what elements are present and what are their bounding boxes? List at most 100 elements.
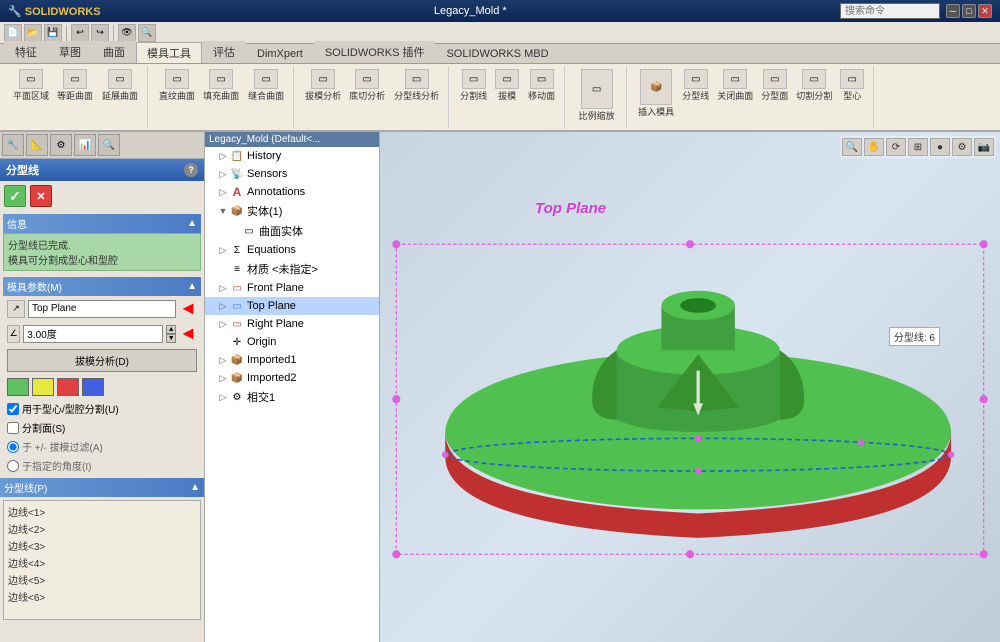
tree-item-imported2[interactable]: ▷ 📦 Imported2 bbox=[205, 369, 379, 387]
split-face-checkbox-row[interactable]: 分割面(S) bbox=[3, 418, 201, 437]
feat-icon-4[interactable]: 📊 bbox=[74, 134, 96, 156]
offset-surface-icon[interactable]: ▭等距曲面 bbox=[54, 68, 96, 103]
feat-icon-2[interactable]: 📐 bbox=[26, 134, 48, 156]
parting-item-3[interactable]: 边线<3> bbox=[6, 537, 198, 554]
tree-item-surface-body[interactable]: ▭ 曲面实体 bbox=[205, 221, 379, 241]
tab-mold-tools[interactable]: 模具工具 bbox=[136, 42, 202, 63]
vp-normal-icon[interactable]: ● bbox=[930, 138, 950, 156]
view-icon[interactable]: 👁 bbox=[118, 24, 136, 42]
swatch-blue[interactable] bbox=[82, 378, 104, 396]
help-icon[interactable]: ? bbox=[184, 163, 198, 177]
cut-split-icon[interactable]: ▭切割分割 bbox=[793, 68, 835, 119]
split-face-checkbox[interactable] bbox=[7, 422, 19, 434]
tree-item-solid-bodies[interactable]: ▼ 📦 实体(1) bbox=[205, 201, 379, 221]
tab-dimxpert[interactable]: DimXpert bbox=[246, 45, 314, 63]
cmd-group-new: 📄 📂 💾 bbox=[4, 24, 62, 42]
angle-radio[interactable] bbox=[7, 460, 19, 472]
scale-icon[interactable]: ▭比例缩放 bbox=[576, 68, 618, 123]
tab-evaluate[interactable]: 评估 bbox=[202, 41, 246, 63]
parting-item-6[interactable]: 边线<6> bbox=[6, 588, 198, 605]
parting-lines-header[interactable]: 分型线(P) ▲ bbox=[0, 478, 204, 497]
parting-item-5[interactable]: 边线<5> bbox=[6, 571, 198, 588]
tree-item-annotations[interactable]: ▷ A Annotations bbox=[205, 183, 379, 201]
vp-photo-icon[interactable]: 📷 bbox=[974, 138, 994, 156]
tree-item-origin[interactable]: ✛ Origin bbox=[205, 333, 379, 351]
angle-input[interactable] bbox=[23, 325, 163, 343]
plane-region-icon[interactable]: ▭平面区域 bbox=[10, 68, 52, 103]
insert-mold-icon[interactable]: 📦插入模具 bbox=[635, 68, 677, 119]
fill-surface-icon[interactable]: ▭填充曲面 bbox=[200, 68, 242, 103]
feat-icon-3[interactable]: ⚙ bbox=[50, 134, 72, 156]
draft-filter-radio[interactable] bbox=[7, 441, 19, 453]
maximize-button[interactable]: □ bbox=[962, 4, 976, 18]
minimize-button[interactable]: ─ bbox=[946, 4, 960, 18]
tab-sketch[interactable]: 草图 bbox=[48, 41, 92, 63]
cavity-icon[interactable]: ▭型心 bbox=[837, 68, 867, 119]
tree-item-equations[interactable]: ▷ Σ Equations bbox=[205, 241, 379, 259]
swatch-red[interactable] bbox=[57, 378, 79, 396]
save-icon[interactable]: 💾 bbox=[44, 24, 62, 42]
draft-filter-radio-row[interactable]: 于 +/- 拔模过滤(A) bbox=[3, 437, 201, 456]
ruled-surface-icon[interactable]: ▭直纹曲面 bbox=[156, 68, 198, 103]
vp-pan-icon[interactable]: ✋ bbox=[864, 138, 884, 156]
move-face-icon[interactable]: ▭移动面 bbox=[525, 68, 558, 103]
undercut-analysis-icon[interactable]: ▭底切分析 bbox=[346, 68, 388, 103]
parting-line-header[interactable]: 分型线 ? bbox=[0, 159, 204, 181]
vp-rotate-icon[interactable]: ⟳ bbox=[886, 138, 906, 156]
tree-item-top-plane[interactable]: ▷ ▭ Top Plane bbox=[205, 297, 379, 315]
reject-button[interactable]: ✕ bbox=[30, 185, 52, 207]
open-icon[interactable]: 📂 bbox=[24, 24, 42, 42]
cavity-checkbox[interactable] bbox=[7, 403, 19, 415]
mold-params-header[interactable]: 模具参数(M) ▲ bbox=[3, 277, 201, 296]
parting-line-ribbon-icon[interactable]: ▭分型线 bbox=[679, 68, 712, 119]
close-surface-icon[interactable]: ▭关闭曲面 bbox=[714, 68, 756, 119]
parting-item-4[interactable]: 边线<4> bbox=[6, 554, 198, 571]
tree-item-intersect1[interactable]: ▷ ⚙ 相交1 bbox=[205, 387, 379, 407]
mold-params-label: 模具参数(M) bbox=[7, 279, 62, 294]
tree-item-front-plane[interactable]: ▷ ▭ Front Plane bbox=[205, 279, 379, 297]
vp-fit-icon[interactable]: ⊞ bbox=[908, 138, 928, 156]
vp-zoom-icon[interactable]: 🔍 bbox=[842, 138, 862, 156]
tree-item-material[interactable]: ≡ 材质 <未指定> bbox=[205, 259, 379, 279]
swatch-yellow[interactable] bbox=[32, 378, 54, 396]
new-icon[interactable]: 📄 bbox=[4, 24, 22, 42]
tree-item-right-plane[interactable]: ▷ ▭ Right Plane bbox=[205, 315, 379, 333]
viewport[interactable]: Top Plane 分型线: 6 🔍 ✋ ⟳ ⊞ ● ⚙ 📷 bbox=[380, 132, 1000, 642]
search-input[interactable] bbox=[840, 3, 940, 19]
tree-item-sensors[interactable]: ▷ 📡 Sensors bbox=[205, 165, 379, 183]
tree-header: Legacy_Mold (Default<... bbox=[205, 132, 379, 147]
ribbon-icons-4: ▭分割线 ▭拔模 ▭移动面 bbox=[457, 68, 558, 104]
feat-icon-5[interactable]: 🔍 bbox=[98, 134, 120, 156]
parting-surface-icon[interactable]: ▭分型面 bbox=[758, 68, 791, 119]
close-button[interactable]: ✕ bbox=[978, 4, 992, 18]
spin-up-button[interactable]: ▲ bbox=[166, 325, 176, 334]
spin-down-button[interactable]: ▼ bbox=[166, 334, 176, 343]
extend-surface-icon[interactable]: ▭延展曲面 bbox=[99, 68, 141, 103]
vp-settings-icon[interactable]: ⚙ bbox=[952, 138, 972, 156]
tab-surface[interactable]: 曲面 bbox=[92, 41, 136, 63]
undo-icon[interactable]: ↩ bbox=[71, 24, 89, 42]
tab-features[interactable]: 特征 bbox=[4, 41, 48, 63]
angle-radio-row[interactable]: 于指定的角度(I) bbox=[3, 456, 201, 475]
tab-sw-plugins[interactable]: SOLIDWORKS 插件 bbox=[314, 41, 436, 63]
accept-button[interactable]: ✓ bbox=[4, 185, 26, 207]
tree-item-imported1[interactable]: ▷ 📦 Imported1 bbox=[205, 351, 379, 369]
feat-icon-1[interactable]: 🔧 bbox=[2, 134, 24, 156]
plane-input[interactable] bbox=[28, 300, 176, 318]
zoom-icon[interactable]: 🔍 bbox=[138, 24, 156, 42]
parting-item-2[interactable]: 边线<2> bbox=[6, 520, 198, 537]
parting-analysis-icon[interactable]: ▭分型线分析 bbox=[391, 68, 442, 103]
app-name: SOLIDWORKS bbox=[25, 6, 101, 18]
tab-sw-mbd[interactable]: SOLIDWORKS MBD bbox=[435, 45, 559, 63]
knit-surface-icon[interactable]: ▭缝合曲面 bbox=[245, 68, 287, 103]
swatch-green[interactable] bbox=[7, 378, 29, 396]
split-line-icon[interactable]: ▭分割线 bbox=[457, 68, 490, 103]
draft-icon[interactable]: ▭拔模 bbox=[492, 68, 522, 103]
cavity-checkbox-row[interactable]: 用于型心/型腔分割(U) bbox=[3, 399, 201, 418]
tree-item-history[interactable]: ▷ 📋 History bbox=[205, 147, 379, 165]
info-header[interactable]: 信息 ▲ bbox=[3, 214, 201, 233]
redo-icon[interactable]: ↪ bbox=[91, 24, 109, 42]
draft-analysis-icon[interactable]: ▭拔模分析 bbox=[302, 68, 344, 103]
parting-item-1[interactable]: 边线<1> bbox=[6, 503, 198, 520]
analysis-button[interactable]: 拔模分析(D) bbox=[7, 349, 197, 372]
